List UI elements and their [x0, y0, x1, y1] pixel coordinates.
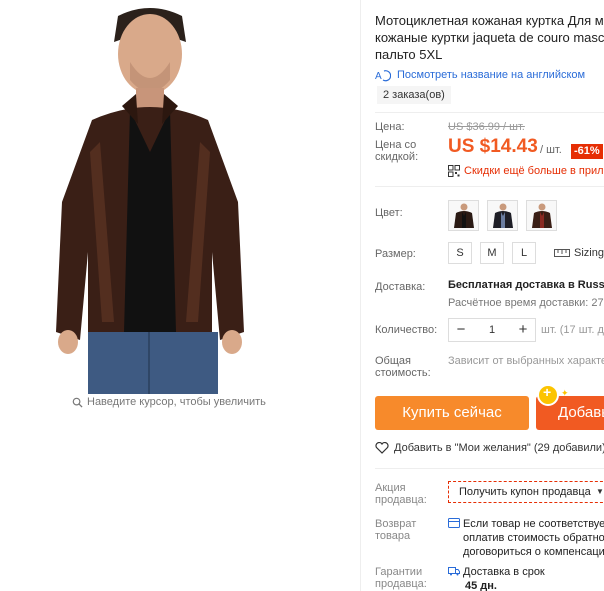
translate-title-link[interactable]: A Посмотреть название на английском — [375, 68, 585, 82]
sizing-info-link[interactable]: Sizing in — [554, 247, 604, 259]
app-promo-text[interactable]: Скидки ещё больше в прило — [464, 165, 604, 177]
divider — [375, 186, 604, 187]
product-main-image[interactable] — [52, 2, 248, 394]
product-title-line: пальто 5XL — [375, 47, 443, 62]
zoom-hint: Наведите курсор, чтобы увеличить — [72, 396, 266, 408]
jacket-thumbnail-icon — [531, 203, 552, 228]
orders-count: 2 заказа(ов) — [377, 86, 451, 104]
svg-text:A: A — [375, 71, 382, 82]
size-option-m[interactable]: M — [480, 242, 504, 264]
quantity-input[interactable]: 1 — [473, 324, 511, 336]
quantity-stepper: − 1 + — [448, 318, 536, 342]
sizing-info-text[interactable]: Sizing in — [574, 247, 604, 259]
sparkle-icon: ✦ — [561, 388, 569, 398]
buy-now-button[interactable]: Купить сейчас — [375, 396, 529, 430]
divider — [375, 112, 604, 113]
guarantee-days: 45 дн. — [465, 580, 497, 591]
size-option-l[interactable]: L — [512, 242, 536, 264]
heart-icon — [375, 442, 389, 454]
product-title-line: кожаные куртки jaqueta de couro masc — [375, 30, 604, 45]
price-label: Цена: — [375, 121, 405, 133]
seller-promo-label: Акция продавца: — [375, 482, 427, 506]
shipping-estimate: Расчётное время доставки: 27-4 — [448, 297, 604, 309]
cart-promo-badge-icon: + — [537, 384, 559, 406]
return-policy-text: Если товар не соответствует — [463, 518, 604, 530]
stock-available: шт. (17 шт. до — [541, 324, 604, 336]
old-price: US $36.99 / шт. — [448, 121, 525, 133]
zoom-hint-text: Наведите курсор, чтобы увеличить — [87, 396, 266, 408]
ruler-icon — [554, 249, 570, 257]
return-policy-line: Если товар не соответствует — [448, 517, 604, 531]
add-to-wishlist-link[interactable]: Добавить в "Мои желания" (29 добавили) — [375, 442, 604, 454]
column-divider — [360, 0, 361, 591]
product-gallery: Наведите курсор, чтобы увеличить — [0, 0, 330, 420]
truck-icon — [448, 567, 460, 576]
price-unit: / шт. — [540, 144, 562, 156]
quantity-increase-button[interactable]: + — [511, 319, 535, 341]
guarantee-label: Гарантии продавца: — [375, 566, 427, 590]
product-info-pane: Мотоциклетная кожаная куртка Для м кожан… — [375, 0, 604, 591]
color-swatch[interactable] — [526, 200, 557, 231]
discount-badge: -61% — [571, 144, 603, 159]
coupon-text[interactable]: Получить купон продавца — [459, 486, 591, 498]
product-title-line: Мотоциклетная кожаная куртка Для м — [375, 13, 604, 28]
color-swatch[interactable] — [487, 200, 518, 231]
translate-icon: A — [375, 70, 391, 82]
total-label: Общая стоимость: — [375, 355, 431, 379]
product-title: Мотоциклетная кожаная куртка Для м кожан… — [375, 12, 604, 63]
return-policy-line: оплатив стоимость обратно — [463, 532, 604, 544]
divider — [375, 468, 604, 469]
total-note: Зависит от выбранных характер — [448, 355, 604, 367]
shipping-label: Доставка: — [375, 281, 426, 293]
size-options: S M L Sizing in — [448, 242, 604, 264]
quantity-label: Количество: — [375, 324, 438, 336]
guarantee-line: Доставка в срок — [448, 565, 545, 579]
jacket-thumbnail-icon — [453, 203, 474, 228]
return-label: Возврат товара — [375, 518, 417, 542]
translate-link-text[interactable]: Посмотреть название на английском — [397, 69, 585, 81]
size-label: Размер: — [375, 248, 416, 260]
get-seller-coupon-dropdown[interactable]: Получить купон продавца ▼ — [448, 481, 604, 503]
discount-price-label: Цена со скидкой: — [375, 139, 419, 163]
quantity-decrease-button[interactable]: − — [449, 319, 473, 341]
card-icon — [448, 518, 460, 528]
qr-code-icon — [448, 165, 460, 177]
guarantee-text: Доставка в срок — [463, 566, 545, 578]
color-swatch[interactable] — [448, 200, 479, 231]
shipping-method[interactable]: Бесплатная доставка в Russian — [448, 279, 604, 291]
jacket-thumbnail-icon — [492, 203, 513, 228]
wishlist-text[interactable]: Добавить в "Мои желания" (29 добавили) — [394, 442, 604, 454]
chevron-down-icon: ▼ — [596, 487, 604, 496]
app-promo-link[interactable]: Скидки ещё больше в прило — [448, 165, 604, 177]
magnifier-icon — [72, 397, 83, 408]
color-label: Цвет: — [375, 207, 403, 219]
return-policy-line: договориться о компенсаци — [463, 546, 604, 558]
color-swatches — [448, 200, 557, 231]
current-price: US $14.43 — [448, 136, 538, 157]
size-option-s[interactable]: S — [448, 242, 472, 264]
